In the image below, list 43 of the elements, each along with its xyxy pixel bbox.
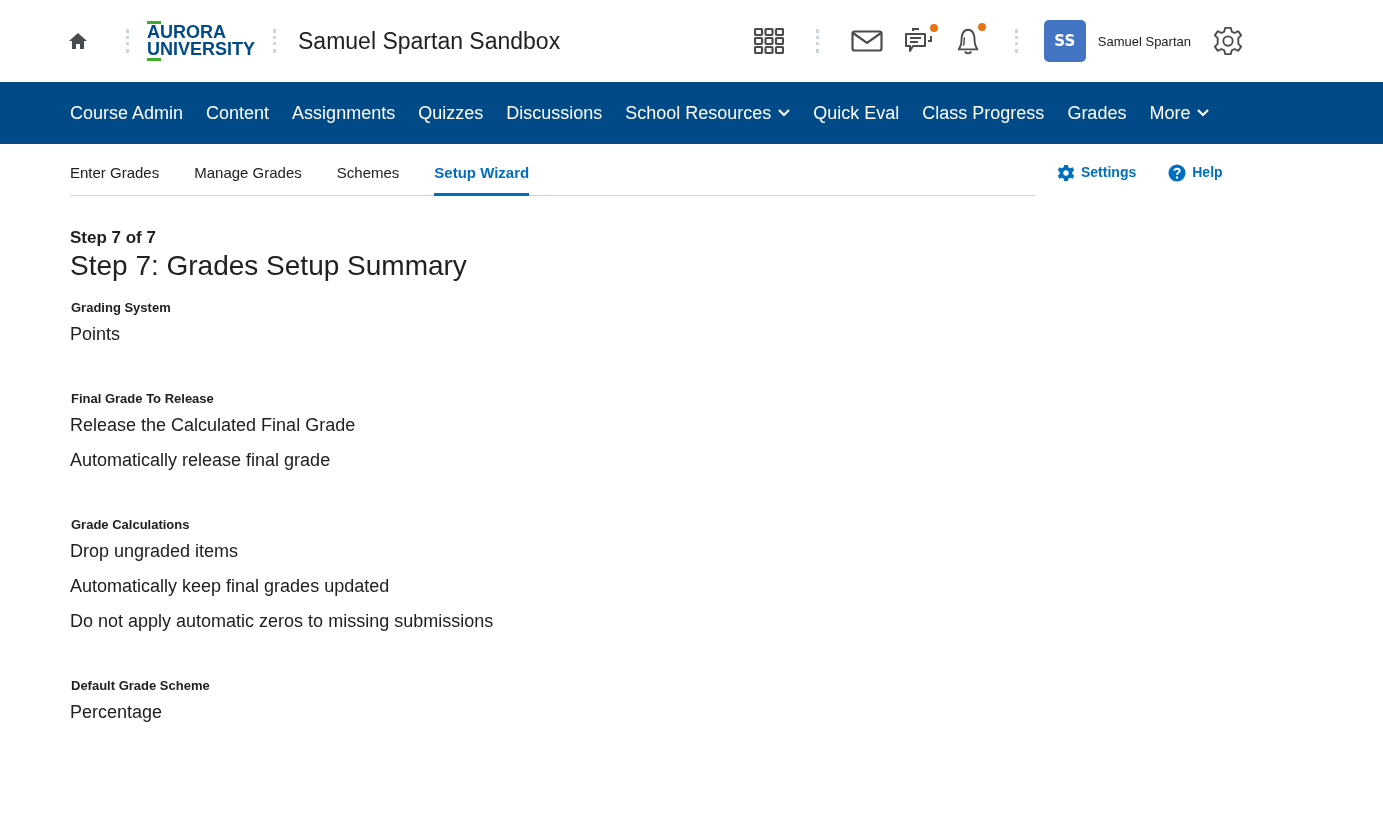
notification-dot xyxy=(977,23,986,31)
nav-link[interactable]: Quick Eval xyxy=(813,102,900,124)
home-icon[interactable] xyxy=(68,32,88,50)
mail-icon[interactable] xyxy=(850,30,883,52)
settings-link[interactable]: Settings xyxy=(1057,164,1137,184)
user-name[interactable]: Samuel Spartan xyxy=(1097,33,1191,49)
nav-link[interactable]: Grades xyxy=(1067,102,1127,124)
section-label: Final Grade To Release xyxy=(70,391,215,406)
university-logo[interactable]: AURORA UNIVERSITY xyxy=(147,21,256,61)
setting-value: Release the Calculated Final Grade xyxy=(70,415,357,436)
settings-icon[interactable] xyxy=(1057,164,1075,182)
section-label: Grade Calculations xyxy=(70,517,191,532)
chevron-down-icon[interactable] xyxy=(778,109,791,117)
tab[interactable]: Manage Grades xyxy=(194,144,302,196)
setting-value: Points xyxy=(70,324,122,345)
help-link[interactable]: Help xyxy=(1168,164,1223,184)
help-icon[interactable] xyxy=(1168,164,1187,182)
tab[interactable]: Setup Wizard xyxy=(434,144,530,196)
settings-icon[interactable] xyxy=(1213,26,1243,56)
user-avatar[interactable]: SS xyxy=(1043,20,1086,62)
nav-link[interactable]: Discussions xyxy=(506,102,603,124)
setting-value: Do not apply automatic zeros to missing submissions xyxy=(70,611,495,632)
page-heading: Step 7: Grades Setup Summary xyxy=(70,250,468,282)
nav-link[interactable]: Quizzes xyxy=(418,102,484,124)
nav-link[interactable]: Assignments xyxy=(292,102,396,124)
setting-value: Automatically release final grade xyxy=(70,450,332,471)
nav-link[interactable]: Content xyxy=(206,102,270,124)
section-label: Default Grade Scheme xyxy=(70,678,211,693)
course-title[interactable]: Samuel Spartan Sandbox xyxy=(298,27,561,55)
nav-link[interactable]: More xyxy=(1149,102,1210,124)
chevron-down-icon[interactable] xyxy=(1197,109,1210,117)
nav-link[interactable]: School Resources xyxy=(625,102,791,124)
nav-link[interactable]: Course Admin xyxy=(70,102,184,124)
setting-value: Automatically keep final grades updated xyxy=(70,576,391,597)
step-indicator: Step 7 of 7 xyxy=(70,228,157,248)
tab[interactable]: Schemes xyxy=(336,144,400,196)
setting-value: Percentage xyxy=(70,702,164,723)
nav-link[interactable]: Class Progress xyxy=(922,102,1045,124)
setting-value: Drop ungraded items xyxy=(70,541,240,562)
tab[interactable]: Enter Grades xyxy=(70,144,160,196)
apps-grid-icon[interactable] xyxy=(753,28,784,54)
notification-dot xyxy=(929,24,938,32)
section-label: Grading System xyxy=(70,300,172,315)
